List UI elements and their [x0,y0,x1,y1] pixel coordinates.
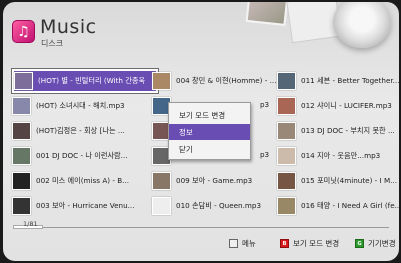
grid-item-label: (HOT) 소녀시대 - 해치.mp3 [36,101,125,110]
album-thumbnail [12,197,31,215]
footer-view-mode-label: 보기 모드 변경 [293,239,340,248]
grid-item[interactable]: 012 샤이니 - LUCIFER.mp3 [277,94,399,118]
context-menu: 보기 모드 변경 정보 닫기 [168,102,251,160]
album-thumbnail [152,72,171,90]
menu-item-info[interactable]: 정보 [169,124,250,140]
green-key-icon: G [355,239,364,248]
album-thumbnail [12,172,31,190]
scroll-track[interactable] [13,227,389,228]
footer-device-label: 기기변경 [368,239,396,248]
album-thumbnail [277,147,296,165]
grid-item-label: 016 태양 - I Need A Girl (fe... [301,201,399,210]
menu-key-icon [229,239,238,248]
grid-item[interactable]: 001 DJ DOC - 나 이런사람... [12,144,136,168]
header: ♫ Music 디스크 [3,2,399,58]
grid-item[interactable]: 013 DJ DOC - 부치지 못한 ... [277,119,399,143]
grid-item[interactable]: 002 미스 에이(miss A) - B... [12,169,136,193]
grid-item[interactable]: 014 지아 - 웃음만...mp3 [277,144,399,168]
grid-item-label: 004 창민 & 이현(Homme) - ... [176,76,276,85]
album-thumbnail [14,72,33,90]
album-thumbnail [12,97,31,115]
album-thumbnail [277,97,296,115]
grid-item-label: 013 DJ DOC - 부치지 못한 ... [301,126,395,135]
album-thumbnail [277,72,296,90]
album-thumbnail [12,122,31,140]
grid-item-label: 003 보아 - Hurricane Venu... [36,201,135,210]
grid-item[interactable]: 004 창민 & 이현(Homme) - ... [152,69,276,93]
red-key-icon: B [280,239,289,248]
music-browser-screen: ♫ Music 디스크 (HOT) 별 - 빈털터리 (With 간종욱 004… [3,2,399,261]
footer-view-mode[interactable]: B 보기 모드 변경 [280,238,339,249]
partial-label: p3 [260,150,270,159]
grid-item[interactable]: 003 보아 - Hurricane Venu... [12,194,136,218]
grid-item[interactable]: 010 손담비 - Queen.mp3 [152,194,276,218]
footer-bar: 메뉴 B 보기 모드 변경 G 기기변경 [3,232,399,252]
grid-item[interactable]: (HOT)김정은 - 회상 [나는 ... [12,119,136,143]
grid-item-label: 009 보아 - Game.mp3 [176,176,253,185]
grid-item[interactable]: 009 보아 - Game.mp3 [152,169,276,193]
decorative-photo [245,2,289,27]
footer-menu[interactable]: 메뉴 [229,238,256,249]
grid-item-label: 014 지아 - 웃음만...mp3 [301,151,381,160]
page-indicator: 1/81 [23,220,38,228]
menu-item-view-mode[interactable]: 보기 모드 변경 [169,107,250,123]
decorative-cup [333,2,391,48]
album-thumbnail [152,197,171,215]
grid-item-label: (HOT)김정은 - 회상 [나는 ... [36,126,125,135]
grid-item-label: 010 손담비 - Queen.mp3 [176,201,262,210]
grid-item[interactable]: (HOT) 별 - 빈털터리 (With 간종욱 [11,68,159,94]
album-thumbnail [152,172,171,190]
grid-item[interactable]: 015 포미닛(4minute) - I M... [277,169,399,193]
grid-item[interactable]: 011 세븐 - Better Together... [277,69,399,93]
partial-label: p3 [260,100,270,109]
grid-item-label: 015 포미닛(4minute) - I M... [301,176,397,185]
grid-item-label: 011 세븐 - Better Together... [301,76,399,85]
album-thumbnail [277,122,296,140]
album-thumbnail [277,172,296,190]
grid-item-label: 001 DJ DOC - 나 이런사람... [36,151,128,160]
grid-item-label: (HOT) 별 - 빈털터리 (With 간종욱 [38,76,146,85]
grid-item[interactable]: 016 태양 - I Need A Girl (fe... [277,194,399,218]
album-thumbnail [12,147,31,165]
page-subtitle: 디스크 [41,39,64,48]
grid-item[interactable]: (HOT) 소녀시대 - 해치.mp3 [12,94,136,118]
page-title: Music [40,16,97,38]
footer-menu-label: 메뉴 [242,239,256,248]
album-thumbnail [277,197,296,215]
grid-item-label: 002 미스 에이(miss A) - B... [36,176,129,185]
music-note-icon: ♫ [12,20,35,43]
grid-item-label: 012 샤이니 - LUCIFER.mp3 [301,101,392,110]
footer-device[interactable]: G 기기변경 [355,238,396,249]
menu-item-close[interactable]: 닫기 [169,141,250,157]
